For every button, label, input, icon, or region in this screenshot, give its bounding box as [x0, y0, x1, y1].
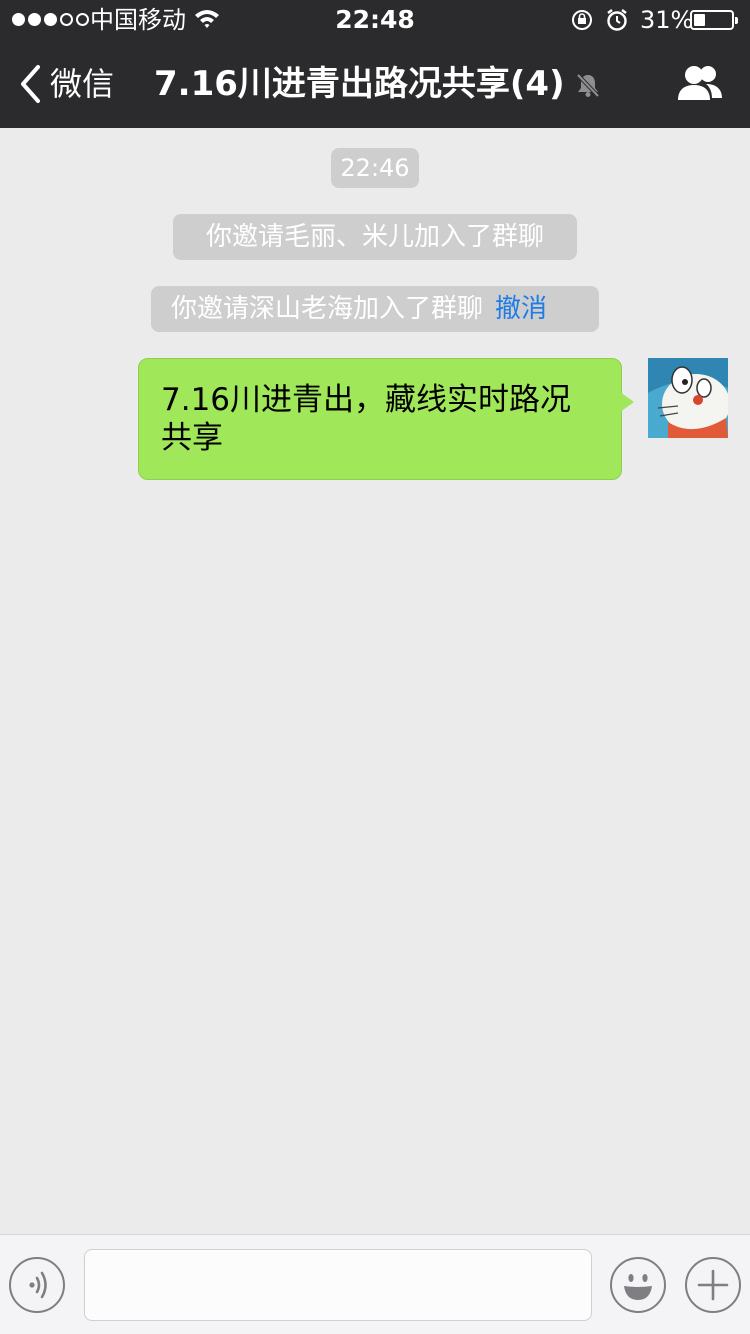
- status-bar: 中国移动 22:48 31%: [0, 0, 750, 40]
- voice-icon: [29, 1271, 47, 1299]
- mute-bell-icon: [576, 73, 600, 98]
- avatar-image: [648, 358, 728, 438]
- bubble-tail: [620, 392, 634, 412]
- emoji-button[interactable]: [610, 1257, 666, 1313]
- voice-button[interactable]: [9, 1257, 65, 1313]
- chat-title: 7.16川进青出路况共享(4): [154, 64, 565, 104]
- alarm-icon: [607, 9, 627, 31]
- orientation-lock-icon: [572, 10, 592, 30]
- battery-icon: [690, 10, 738, 30]
- back-label: 微信: [50, 65, 115, 103]
- emoji-icon: [624, 1274, 652, 1300]
- avatar[interactable]: [648, 358, 728, 438]
- system-message: 你邀请深山老海加入了群聊 撤消: [151, 286, 599, 332]
- group-members-icon[interactable]: [676, 64, 724, 102]
- revoke-link[interactable]: 撤消: [495, 294, 547, 324]
- message-timestamp: 22:46: [331, 148, 419, 188]
- chevron-left-icon: [21, 65, 40, 103]
- chat-area[interactable]: 22:46 你邀请毛丽、米儿加入了群聊 你邀请深山老海加入了群聊 撤消 7.16川…: [0, 128, 750, 1234]
- system-message-text: 你邀请深山老海加入了群聊: [171, 294, 484, 324]
- message-input[interactable]: [84, 1249, 592, 1321]
- more-button[interactable]: [685, 1257, 741, 1313]
- status-time: 22:48: [335, 5, 415, 34]
- input-toolbar: [0, 1234, 750, 1334]
- plus-icon: [697, 1269, 729, 1301]
- system-message: 你邀请毛丽、米儿加入了群聊: [173, 214, 577, 260]
- nav-bar: 微信 7.16川进青出路况共享(4): [0, 40, 750, 128]
- message-bubble[interactable]: 7.16川进青出，藏线实时路况共享: [138, 358, 622, 480]
- battery-percent: 31%: [640, 6, 694, 34]
- top-bar: 中国移动 22:48 31% 微信 7.16川进青出路况共享(4): [0, 0, 750, 128]
- back-button[interactable]: 微信: [18, 62, 114, 106]
